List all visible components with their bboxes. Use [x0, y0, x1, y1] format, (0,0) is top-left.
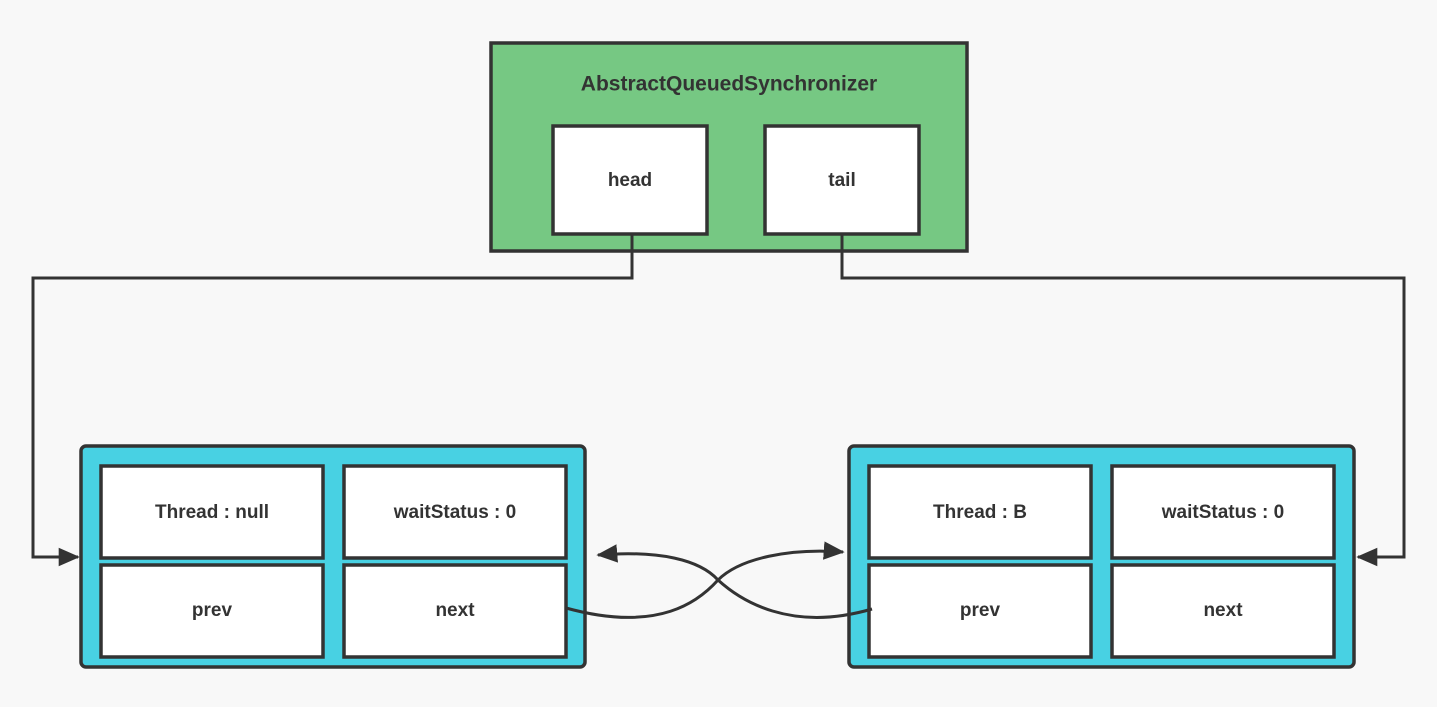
head-node-thread-label: Thread : null [155, 502, 269, 523]
aqs-clh-queue-diagram: AbstractQueuedSynchronizer head tail Thr… [0, 0, 1437, 707]
tail-node-waitstatus-label: waitStatus : 0 [1161, 502, 1284, 523]
head-node-next-label: next [435, 600, 475, 621]
head-field-label: head [608, 170, 652, 191]
aqs-container: AbstractQueuedSynchronizer head tail [489, 41, 969, 253]
tail-node-thread-label: Thread : B [933, 502, 1027, 523]
queue-node-head[interactable]: Thread : null waitStatus : 0 prev next [79, 444, 587, 669]
tail-node-prev-label: prev [960, 600, 1001, 621]
diagram-canvas: AbstractQueuedSynchronizer head tail Thr… [0, 0, 1437, 707]
queue-node-tail[interactable]: Thread : B waitStatus : 0 prev next [847, 444, 1356, 669]
aqs-title: AbstractQueuedSynchronizer [581, 73, 877, 96]
tail-node-next-label: next [1203, 600, 1243, 621]
head-node-prev-label: prev [192, 600, 233, 621]
head-node-waitstatus-label: waitStatus : 0 [393, 502, 516, 523]
tail-field-label: tail [828, 170, 855, 191]
